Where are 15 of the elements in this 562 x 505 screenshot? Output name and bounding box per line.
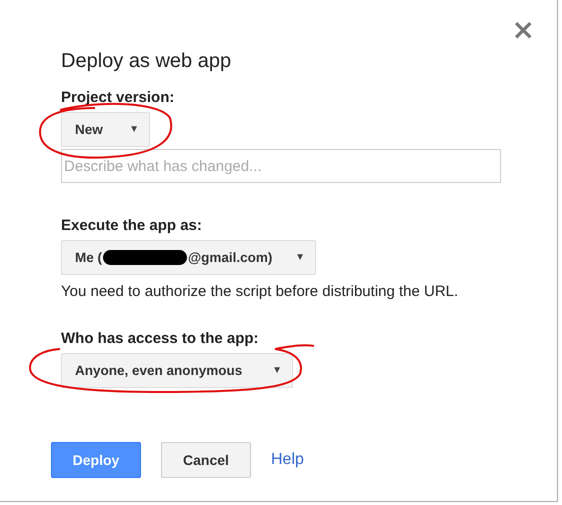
- caret-icon: ▼: [129, 124, 139, 135]
- cancel-button[interactable]: Cancel: [161, 442, 251, 478]
- execute-as-dropdown[interactable]: Me ( @gmail.com) ▼: [61, 240, 316, 275]
- field-label: Project version:: [61, 89, 174, 106]
- caret-icon: ▼: [272, 365, 282, 376]
- field-label: Who has access to the app:: [61, 330, 259, 347]
- version-dropdown[interactable]: New ▼: [61, 112, 150, 147]
- caret-icon: ▼: [295, 252, 305, 263]
- access-dropdown[interactable]: Anyone, even anonymous ▼: [61, 353, 293, 388]
- authorize-note: You need to authorize the script before distributing the URL.: [61, 283, 460, 300]
- close-button[interactable]: ×: [512, 16, 535, 44]
- description-field[interactable]: Describe what has changed...: [61, 149, 501, 183]
- help-link[interactable]: Help: [271, 442, 304, 478]
- dialog-title: Deploy as web app: [61, 50, 232, 73]
- field-label: Execute the app as:: [61, 217, 202, 234]
